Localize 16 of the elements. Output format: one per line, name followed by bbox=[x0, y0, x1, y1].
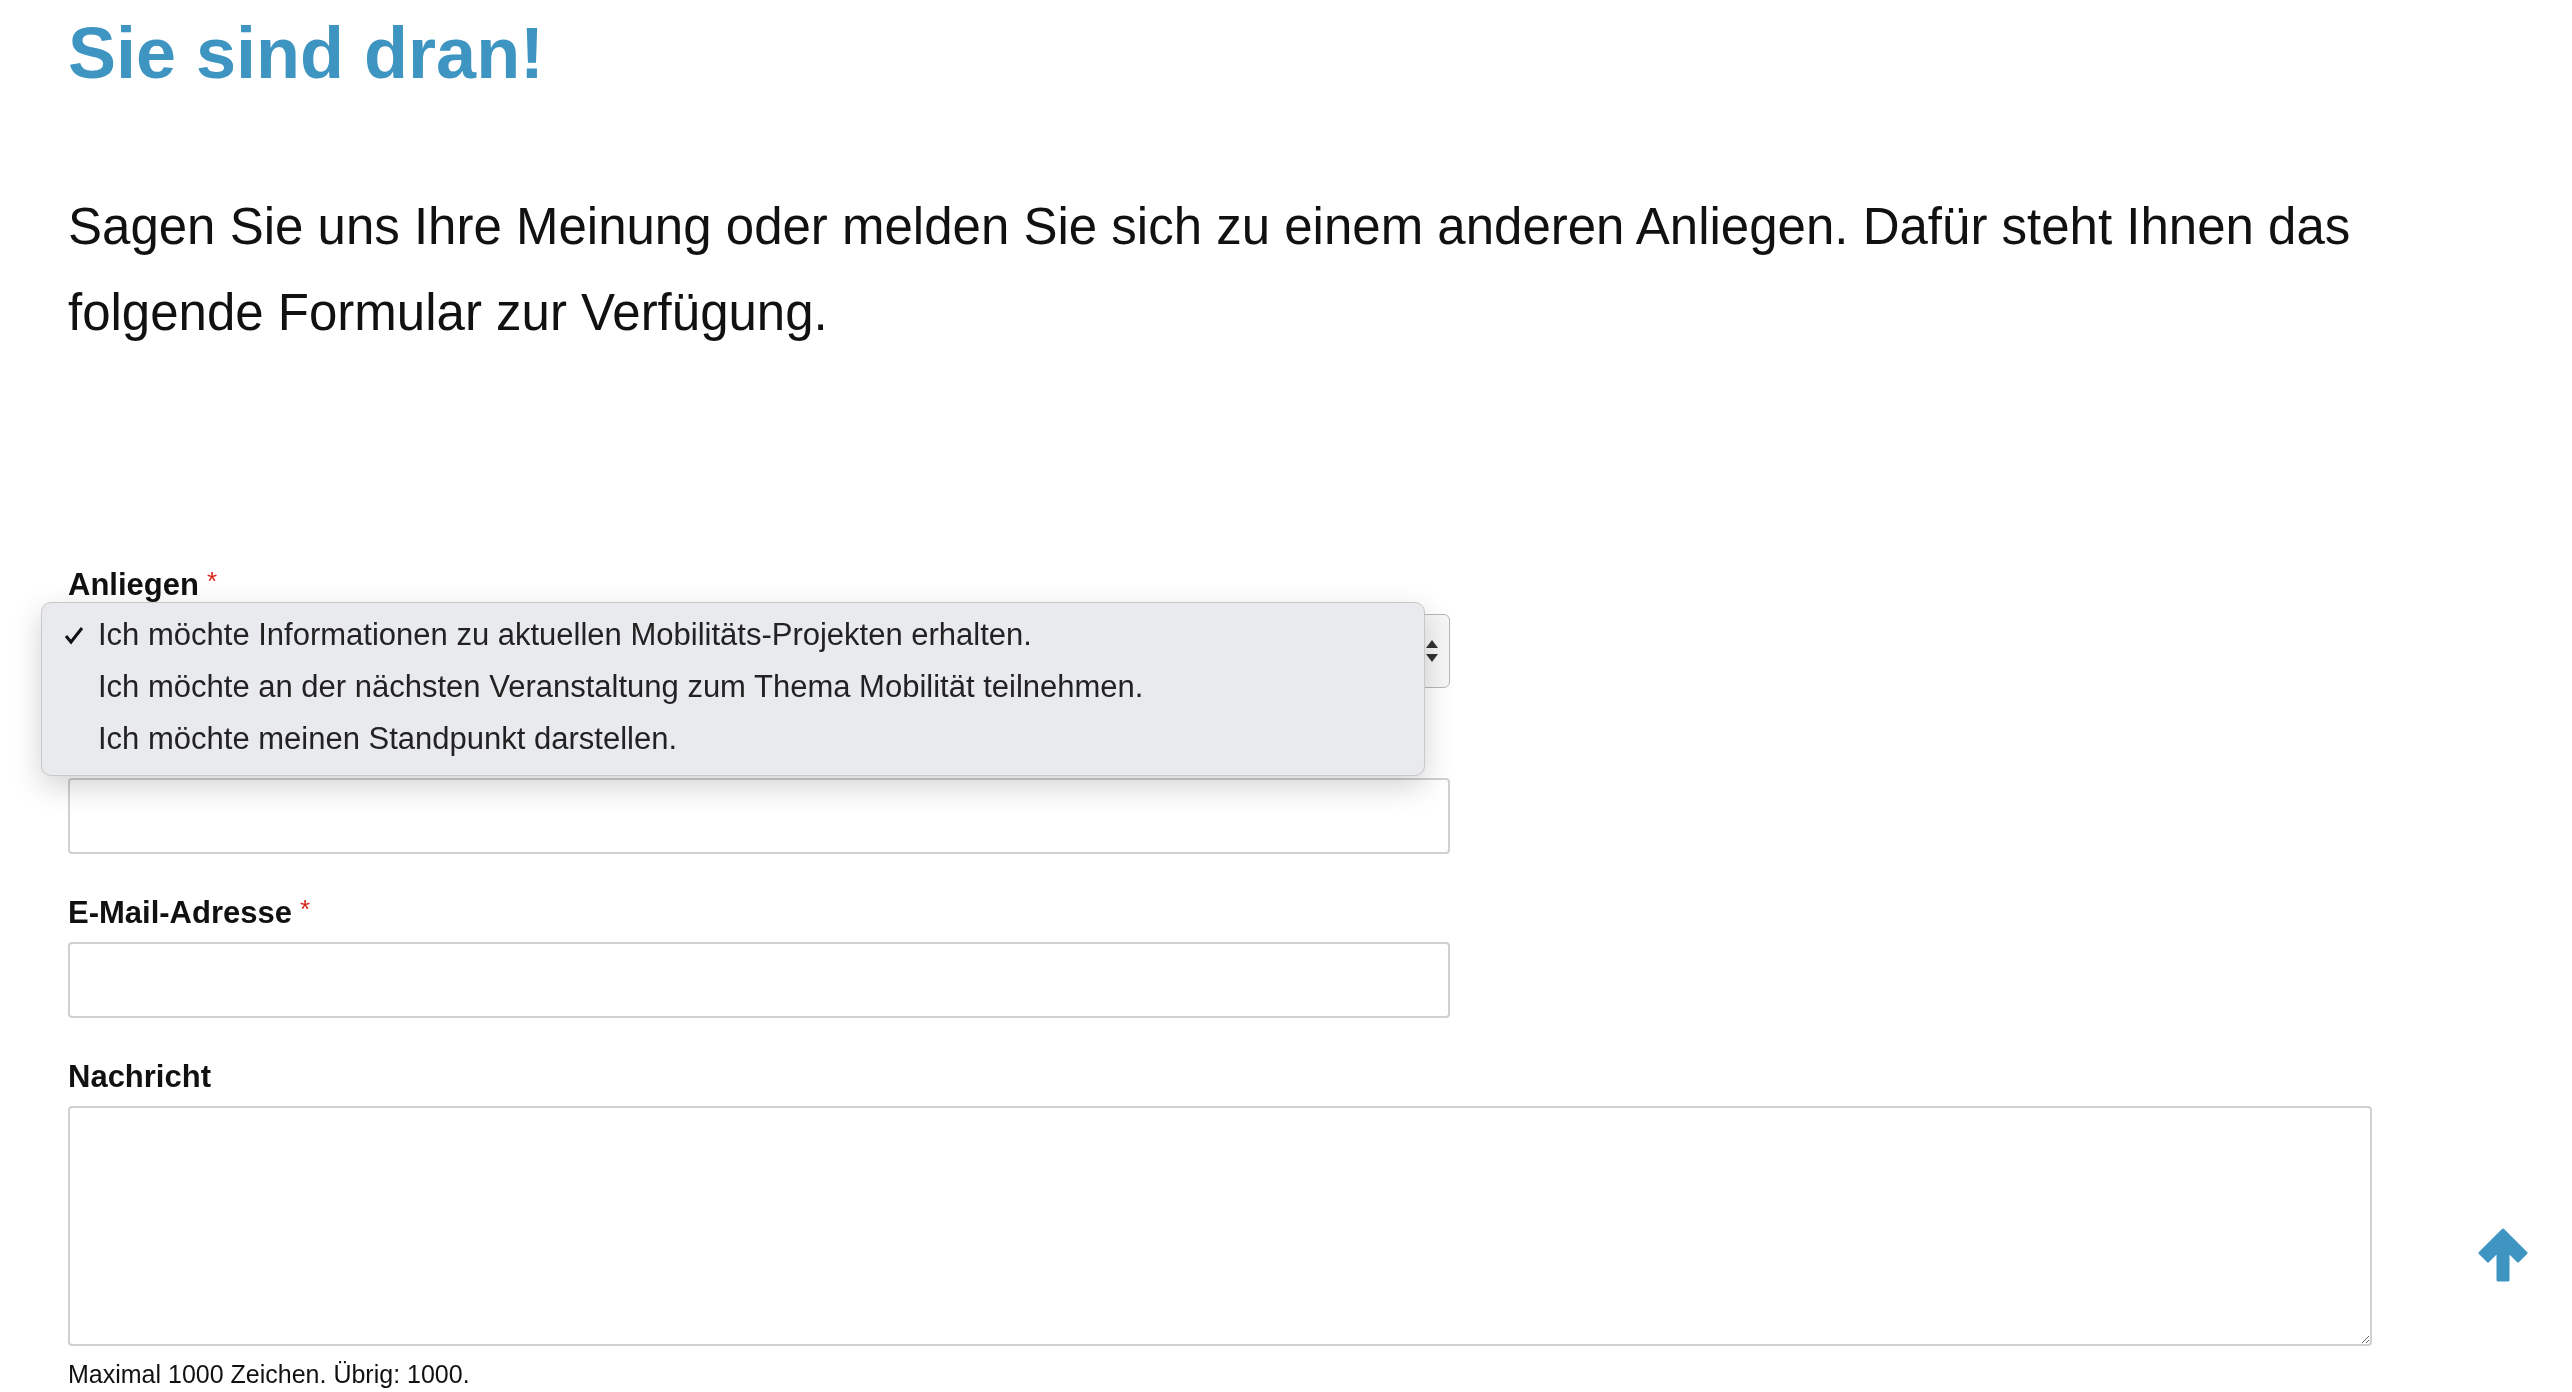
dropdown-option[interactable]: Ich möchte an der nächsten Veranstaltung zum Thema Mobilität teilnehmen. bbox=[42, 661, 1424, 713]
input-field[interactable] bbox=[68, 942, 1450, 1018]
input-field[interactable] bbox=[68, 778, 1450, 854]
page-heading: Sie sind dran! bbox=[68, 12, 546, 95]
updown-arrows-icon bbox=[1425, 638, 1439, 664]
required-asterisk: * bbox=[299, 894, 311, 924]
required-asterisk: * bbox=[206, 566, 218, 596]
field-label: Nachricht bbox=[68, 1058, 211, 1096]
field-label: Anliegen bbox=[68, 566, 199, 604]
message-textarea[interactable] bbox=[68, 1106, 2372, 1346]
back-to-top-arrow-icon[interactable] bbox=[2476, 1226, 2530, 1282]
field-label: E-Mail-Adresse bbox=[68, 894, 292, 932]
character-count-hint: Maximal 1000 Zeichen. Übrig: 1000. bbox=[68, 1360, 471, 1389]
dropdown-option[interactable]: Ich möchte Informationen zu aktuellen Mobilitäts-Projekten erhalten. bbox=[42, 609, 1424, 661]
intro-paragraph: Sagen Sie uns Ihre Meinung oder melden Sie sich zu einem anderen Anliegen. Dafür steht Ihnen das folgende Formular zur Verfügung. bbox=[68, 197, 2352, 343]
dropdown-option[interactable]: Ich möchte meinen Standpunkt darstellen. bbox=[42, 713, 1424, 765]
